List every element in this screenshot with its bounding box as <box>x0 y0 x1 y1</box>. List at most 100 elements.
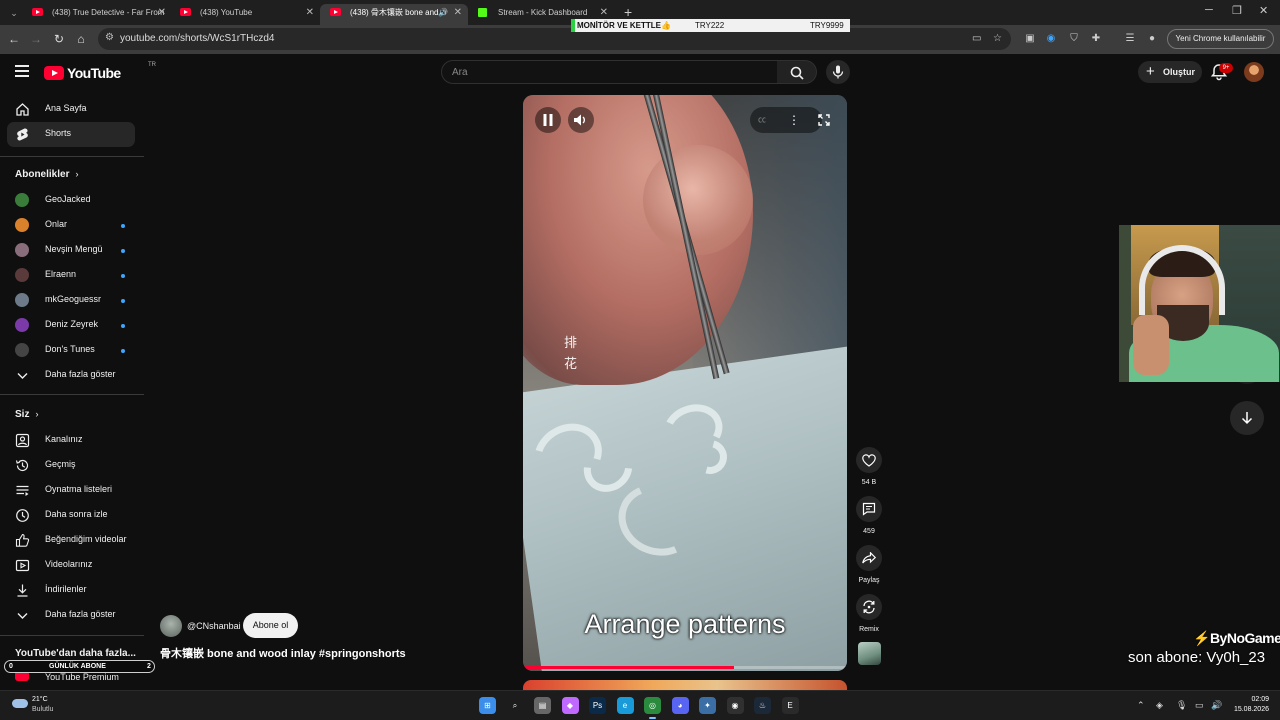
profile-icon[interactable]: ● <box>1146 33 1158 45</box>
back-icon[interactable]: ← <box>6 31 22 47</box>
next-short-preview[interactable] <box>523 680 847 690</box>
app-icon[interactable]: ✦ <box>699 697 716 714</box>
discord-icon[interactable]: ◕ <box>671 697 689 714</box>
close-tab-icon[interactable]: ✕ <box>306 4 314 21</box>
comment-button[interactable] <box>856 496 882 522</box>
home-icon[interactable]: ⌂ <box>73 31 89 47</box>
voice-search-button[interactable] <box>826 60 850 84</box>
next-short-button[interactable] <box>1230 401 1264 435</box>
volume-tray-icon[interactable]: 🔊 <box>1211 700 1222 711</box>
reload-icon[interactable]: ↻ <box>51 31 67 47</box>
reading-list-icon[interactable]: ☰ <box>1124 33 1136 45</box>
video-title[interactable]: 骨木镶嵌 bone and wood inlay #springonshorts <box>160 645 406 661</box>
microphone-tray-icon[interactable]: 🎙 <box>1176 700 1187 711</box>
sound-thumbnail[interactable] <box>858 642 881 665</box>
channel-handle[interactable]: @CNshanbai <box>187 621 241 631</box>
new-tab-button[interactable]: + <box>624 4 632 20</box>
channel-avatar <box>15 243 29 257</box>
search-icon[interactable]: ⌕ <box>507 697 524 714</box>
remix-action: Remix <box>856 594 882 633</box>
browser-tab-2[interactable]: (438) YouTube ✕ <box>170 4 320 25</box>
sidebar-item-deniz-zeyrek[interactable]: Deniz Zeyrek <box>7 313 135 338</box>
menu-icon[interactable] <box>15 65 29 77</box>
obs-icon[interactable]: ◉ <box>726 697 744 714</box>
photoshop-icon[interactable]: Ps <box>589 697 606 714</box>
sidebar-item-your-videos[interactable]: Videolarınız <box>7 553 135 578</box>
new-content-dot <box>121 224 125 228</box>
tray-app-icon[interactable]: ◈ <box>1156 700 1163 711</box>
you-heading[interactable]: Siz › <box>15 409 38 420</box>
sidebar-item-mkgeoguessr[interactable]: mkGeoguessr <box>7 288 135 313</box>
search-input[interactable] <box>452 65 752 80</box>
browser-tab-1[interactable]: (438) True Detective - Far From ✕ <box>22 4 172 25</box>
tab-search-icon[interactable]: ⌄ <box>8 7 20 19</box>
sidebar-show-more-you[interactable]: Daha fazla göster <box>7 603 135 628</box>
volume-icon <box>574 114 585 126</box>
chevron-right-icon: › <box>75 169 79 179</box>
search-button[interactable] <box>777 60 817 84</box>
epic-games-icon[interactable]: E <box>781 697 799 714</box>
speaker-icon[interactable]: 🔊 <box>438 4 448 21</box>
sidebar-item-liked-videos[interactable]: Beğendiğim videolar <box>7 528 135 553</box>
cast-icon[interactable]: ▭ <box>972 33 981 44</box>
forward-icon[interactable]: → <box>28 31 44 47</box>
sidebar-item-elraenn[interactable]: Elraenn <box>7 263 135 288</box>
extensions-puzzle-icon[interactable]: ✚ <box>1090 33 1102 45</box>
subscribe-button[interactable]: Abone ol <box>243 613 298 638</box>
more-options-icon[interactable]: ⋮ <box>788 107 800 133</box>
url-text[interactable]: youtube.com/shorts/WcS1rTHczd4 <box>120 33 275 44</box>
minimize-icon[interactable]: ─ <box>1205 4 1213 16</box>
sidebar-item-history[interactable]: Geçmiş <box>7 453 135 478</box>
close-window-icon[interactable]: ✕ <box>1259 4 1268 17</box>
youtube-play-icon <box>44 66 64 80</box>
maximize-icon[interactable]: ❐ <box>1232 4 1242 17</box>
sidebar-item-geojacked[interactable]: GeoJacked <box>7 188 135 213</box>
extension-audio-icon[interactable]: ◉ <box>1045 33 1057 45</box>
fullscreen-button[interactable] <box>811 107 837 133</box>
chrome-update-button[interactable]: Yeni Chrome kullanılabilir <box>1167 29 1274 49</box>
sidebar-item-home[interactable]: Ana Sayfa <box>7 97 135 122</box>
sidebar-item-shorts[interactable]: Shorts <box>7 122 135 147</box>
close-tab-icon[interactable]: ✕ <box>454 4 462 21</box>
browser-tab-3-active[interactable]: (438) 骨木镶嵌 bone and w 🔊 ✕ <box>320 4 468 25</box>
like-button[interactable] <box>856 447 882 473</box>
share-button[interactable] <box>856 545 882 571</box>
channel-avatar[interactable] <box>160 615 182 637</box>
like-action: 54 B <box>856 447 882 486</box>
sidebar-item-your-channel[interactable]: Kanalınız <box>7 428 135 453</box>
share-icon <box>862 551 877 564</box>
sidebar-item-playlists[interactable]: Oynatma listeleri <box>7 478 135 503</box>
sidebar-item-downloads[interactable]: İndirilenler <box>7 578 135 603</box>
remix-button[interactable] <box>856 594 882 620</box>
captions-icon[interactable]: ㏄ <box>758 107 766 133</box>
omnibox[interactable]: ⚙ youtube.com/shorts/WcS1rTHczd4 ▭ ☆ <box>98 28 1011 50</box>
extension-icon[interactable]: ▣ <box>1024 33 1036 45</box>
pause-button[interactable] <box>535 107 561 133</box>
network-icon[interactable]: ▭ <box>1195 700 1204 711</box>
volume-button[interactable] <box>568 107 594 133</box>
shorts-icon <box>17 128 28 141</box>
copilot-icon[interactable]: ◆ <box>561 697 579 714</box>
task-view-icon[interactable]: ▤ <box>534 697 551 714</box>
tray-overflow-icon[interactable]: ⌃ <box>1137 700 1145 711</box>
create-button[interactable]: + Oluştur <box>1138 61 1202 83</box>
sidebar-show-more-subscriptions[interactable]: Daha fazla göster <box>7 363 135 388</box>
sidebar-item-nevsin-mengu[interactable]: Nevşin Mengü <box>7 238 135 263</box>
close-tab-icon[interactable]: ✕ <box>158 4 166 21</box>
steam-icon[interactable]: ♨ <box>754 697 771 714</box>
sidebar-item-onlar[interactable]: Onlar <box>7 213 135 238</box>
comment-action: 459 <box>856 496 882 535</box>
sidebar-item-dons-tunes[interactable]: Don's Tunes <box>7 338 135 363</box>
progress-bar[interactable] <box>523 666 847 669</box>
shorts-video-player[interactable]: 排花 Arrange patterns ㏄ ⋮ <box>523 95 847 671</box>
windows-start-icon[interactable]: ⊞ <box>479 697 496 714</box>
bookmark-star-icon[interactable]: ☆ <box>993 33 1002 44</box>
edge-icon[interactable]: e <box>616 697 634 714</box>
account-avatar[interactable] <box>1244 62 1264 82</box>
clock[interactable]: 02:09 15.08.2026 <box>1229 695 1269 715</box>
site-info-icon[interactable]: ⚙ <box>105 32 114 43</box>
subscriptions-heading[interactable]: Abonelikler › <box>15 169 78 180</box>
chrome-icon[interactable]: ◎ <box>644 697 661 719</box>
shield-icon[interactable]: ⛉ <box>1068 33 1080 45</box>
sidebar-item-watch-later[interactable]: Daha sonra izle <box>7 503 135 528</box>
